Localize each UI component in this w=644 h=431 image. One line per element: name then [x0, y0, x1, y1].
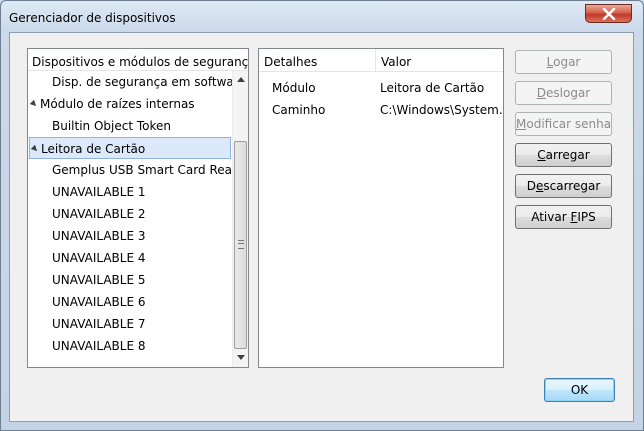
tree-item-label: UNAVAILABLE 4 [52, 251, 146, 265]
column-header-details[interactable]: Detalhes [264, 55, 317, 69]
log-out-button[interactable]: Deslogar [515, 81, 612, 105]
tree-item[interactable]: UNAVAILABLE 7 [28, 313, 232, 335]
tree-item-label: Disp. de segurança em software [52, 75, 232, 89]
detail-value: C:\Windows\System... [380, 103, 504, 117]
tree-item-label: Builtin Object Token [52, 119, 172, 133]
tree-item-label: UNAVAILABLE 5 [52, 273, 146, 287]
tree-item[interactable]: Builtin Object Token [28, 115, 232, 137]
tree-item[interactable]: UNAVAILABLE 8 [28, 335, 232, 357]
tree-item[interactable]: Módulo de raízes internas [28, 93, 232, 115]
load-button[interactable]: Carregar [515, 143, 612, 167]
window-title: Gerenciador de dispositivos [9, 11, 176, 25]
title-bar[interactable]: Gerenciador de dispositivos [1, 1, 643, 33]
detail-key: Módulo [272, 81, 316, 95]
close-icon [602, 8, 616, 20]
tree-item-label: Gemplus USB Smart Card Reade... [52, 163, 232, 177]
close-button[interactable] [585, 4, 632, 23]
grip-icon [238, 240, 244, 249]
scroll-down-arrow-icon[interactable] [237, 355, 245, 360]
tree-item[interactable]: Leitora de Cartão [29, 137, 231, 159]
expand-triangle-icon[interactable] [29, 99, 39, 109]
enable-fips-button[interactable]: Ativar FIPS [515, 205, 612, 229]
tree-item[interactable]: UNAVAILABLE 2 [28, 203, 232, 225]
change-password-button[interactable]: Modificar senha [515, 112, 612, 136]
scrollbar-thumb[interactable] [234, 141, 247, 349]
tree-item[interactable]: UNAVAILABLE 6 [28, 291, 232, 313]
log-in-button[interactable]: Logar [515, 50, 612, 74]
tree-item[interactable]: UNAVAILABLE 1 [28, 181, 232, 203]
detail-value: Leitora de Cartão [380, 81, 485, 95]
device-manager-dialog: Gerenciador de dispositivos Dispositivos… [0, 0, 644, 431]
tree-item[interactable]: Gemplus USB Smart Card Reade... [28, 159, 232, 181]
tree-scrollbar[interactable] [232, 71, 248, 367]
dialog-body: Dispositivos e módulos de segurança Disp… [9, 32, 634, 422]
tree-item-label: UNAVAILABLE 2 [52, 207, 146, 221]
column-divider[interactable] [375, 49, 376, 71]
unload-button[interactable]: Descarregar [515, 174, 612, 198]
table-row[interactable]: Caminho C:\Windows\System... [259, 99, 503, 121]
tree-item-label: Leitora de Cartão [41, 142, 146, 156]
tree-item[interactable]: UNAVAILABLE 5 [28, 269, 232, 291]
details-header: Detalhes Valor [259, 49, 503, 72]
detail-key: Caminho [272, 103, 326, 117]
tree-item-label: UNAVAILABLE 1 [52, 185, 146, 199]
tree-item-label: UNAVAILABLE 8 [52, 339, 146, 353]
table-row[interactable]: Módulo Leitora de Cartão [259, 77, 503, 99]
tree-column-header[interactable]: Dispositivos e módulos de segurança [28, 49, 248, 71]
tree-item-label: Módulo de raízes internas [40, 97, 195, 111]
tree-item[interactable]: Disp. de segurança em software [28, 71, 232, 93]
tree-item-label: UNAVAILABLE 3 [52, 229, 146, 243]
device-tree[interactable]: Dispositivos e módulos de segurança Disp… [27, 48, 249, 368]
tree-item-label: UNAVAILABLE 7 [52, 317, 146, 331]
tree-list: Disp. de segurança em software Módulo de … [28, 71, 232, 367]
tree-item[interactable]: UNAVAILABLE 4 [28, 247, 232, 269]
tree-item-label: UNAVAILABLE 6 [52, 295, 146, 309]
details-table[interactable]: Detalhes Valor Módulo Leitora de Cartão … [258, 48, 504, 368]
tree-item[interactable]: UNAVAILABLE 3 [28, 225, 232, 247]
column-header-value[interactable]: Valor [381, 55, 411, 69]
ok-button[interactable]: OK [544, 378, 615, 402]
expand-triangle-icon[interactable] [30, 144, 40, 154]
scroll-up-arrow-icon[interactable] [237, 77, 245, 82]
